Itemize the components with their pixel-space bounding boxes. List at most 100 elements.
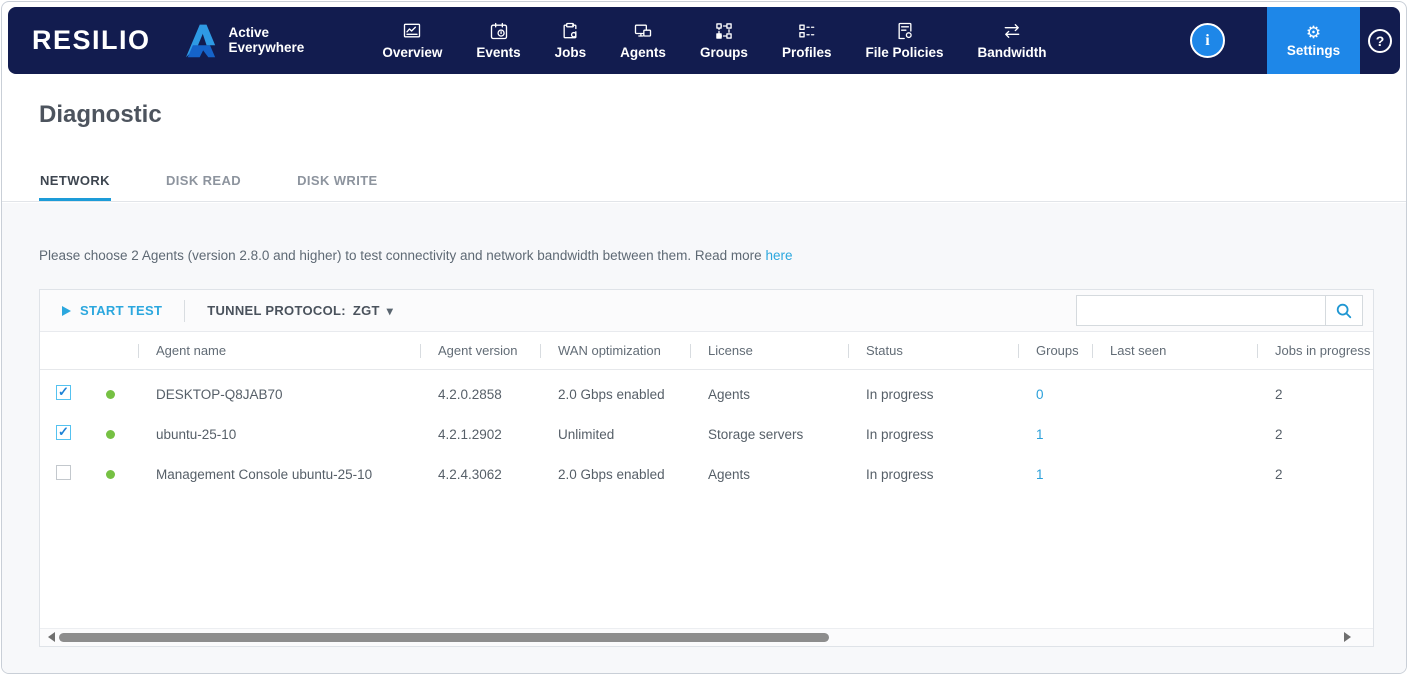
groups-count-link[interactable]: 1 — [1036, 427, 1044, 442]
nav-item-jobs[interactable]: Jobs — [555, 21, 587, 60]
search-input[interactable] — [1077, 296, 1325, 325]
wan-optimization-cell: Unlimited — [540, 427, 690, 442]
settings-label: Settings — [1287, 43, 1340, 58]
start-test-button[interactable]: START TEST — [62, 303, 162, 318]
row-status-cell — [92, 467, 138, 482]
col-header-status[interactable]: Status — [848, 343, 1018, 358]
horizontal-scrollbar — [40, 628, 1373, 646]
col-header-last-seen[interactable]: Last seen — [1092, 343, 1257, 358]
wan-optimization-cell: 2.0 Gbps enabled — [540, 467, 690, 482]
tab-bar: NETWORK DISK READ DISK WRITE — [2, 162, 1406, 202]
license-cell: Storage servers — [690, 427, 848, 442]
status-cell: In progress — [848, 467, 1018, 482]
search-icon — [1335, 302, 1353, 320]
nav-label: Agents — [620, 45, 666, 60]
table-row[interactable]: Management Console ubuntu-25-10 4.2.4.30… — [40, 454, 1373, 494]
row-select-cell — [40, 465, 92, 483]
brand: RESILIO Active Everywhere — [32, 23, 304, 59]
profiles-icon — [797, 21, 817, 41]
col-header-groups[interactable]: Groups — [1018, 343, 1092, 358]
search-box — [1076, 295, 1363, 326]
events-icon — [489, 21, 509, 41]
col-header-wan-optimization[interactable]: WAN optimization — [540, 343, 690, 358]
instruction-text: Please choose 2 Agents (version 2.8.0 an… — [39, 248, 792, 263]
agent-version-cell: 4.2.0.2858 — [420, 387, 540, 402]
nav-label: File Policies — [865, 45, 943, 60]
top-navbar: RESILIO Active Everywhere Overview — [8, 7, 1400, 74]
col-header-agent-version[interactable]: Agent version — [420, 343, 540, 358]
read-more-link[interactable]: here — [765, 248, 792, 263]
tab-disk-write[interactable]: DISK WRITE — [296, 162, 379, 201]
groups-count-link[interactable]: 1 — [1036, 467, 1044, 482]
row-checkbox[interactable] — [56, 425, 71, 440]
product-line2: Everywhere — [229, 41, 305, 56]
nav-item-file-policies[interactable]: File Policies — [865, 21, 943, 60]
jobs-icon — [560, 21, 580, 41]
agent-version-cell: 4.2.4.3062 — [420, 467, 540, 482]
agent-name-cell: DESKTOP-Q8JAB70 — [138, 387, 420, 402]
tab-content: Please choose 2 Agents (version 2.8.0 an… — [2, 203, 1406, 673]
diagnostic-panel: START TEST TUNNEL PROTOCOL: ZGT ▾ — [39, 289, 1374, 647]
main-nav: Overview Events Jobs Agents — [382, 21, 1046, 60]
nav-item-settings[interactable]: ⚙ Settings — [1267, 7, 1360, 74]
groups-count-link[interactable]: 0 — [1036, 387, 1044, 402]
nav-item-events[interactable]: Events — [476, 21, 520, 60]
toolbar-divider — [184, 300, 185, 322]
agent-name-cell: ubuntu-25-10 — [138, 427, 420, 442]
agent-version-cell: 4.2.1.2902 — [420, 427, 540, 442]
nav-label: Bandwidth — [978, 45, 1047, 60]
agent-name-cell: Management Console ubuntu-25-10 — [138, 467, 420, 482]
file-policies-icon — [895, 21, 915, 41]
row-select-cell — [40, 425, 92, 443]
license-cell: Agents — [690, 467, 848, 482]
col-header-jobs-in-progress[interactable]: Jobs in progress — [1257, 343, 1373, 358]
table-row[interactable]: ubuntu-25-10 4.2.1.2902 Unlimited Storag… — [40, 414, 1373, 454]
table-toolbar: START TEST TUNNEL PROTOCOL: ZGT ▾ — [40, 290, 1373, 332]
settings-gear-icon: ⚙ — [1306, 24, 1321, 41]
online-status-dot — [106, 470, 115, 479]
tab-disk-read[interactable]: DISK READ — [165, 162, 242, 201]
tunnel-protocol-label: TUNNEL PROTOCOL: — [207, 303, 346, 318]
info-glyph: i — [1205, 32, 1209, 50]
groups-cell: 1 — [1018, 467, 1092, 482]
nav-item-groups[interactable]: Groups — [700, 21, 748, 60]
col-header-agent-name[interactable]: Agent name — [138, 343, 420, 358]
bandwidth-icon — [1002, 21, 1022, 41]
search-button[interactable] — [1325, 296, 1362, 325]
scroll-left-arrow-icon[interactable] — [48, 632, 55, 642]
nav-label: Profiles — [782, 45, 832, 60]
tab-network[interactable]: NETWORK — [39, 162, 111, 201]
help-glyph: ? — [1376, 33, 1385, 49]
product-name: Active Everywhere — [229, 26, 305, 56]
nav-item-overview[interactable]: Overview — [382, 21, 442, 60]
wan-optimization-cell: 2.0 Gbps enabled — [540, 387, 690, 402]
start-test-label: START TEST — [80, 303, 162, 318]
scroll-right-arrow-icon[interactable] — [1344, 632, 1351, 642]
status-cell: In progress — [848, 427, 1018, 442]
play-icon — [62, 306, 71, 316]
resilio-logo: RESILIO — [32, 25, 151, 56]
groups-cell: 1 — [1018, 427, 1092, 442]
row-status-cell — [92, 387, 138, 402]
app-window: RESILIO Active Everywhere Overview — [1, 1, 1407, 674]
license-cell: Agents — [690, 387, 848, 402]
col-header-license[interactable]: License — [690, 343, 848, 358]
instruction-body: Please choose 2 Agents (version 2.8.0 an… — [39, 248, 762, 263]
nav-item-agents[interactable]: Agents — [620, 21, 666, 60]
info-icon[interactable]: i — [1190, 23, 1225, 58]
jobs-in-progress-cell: 2 — [1257, 387, 1373, 402]
nav-label: Jobs — [555, 45, 587, 60]
nav-item-profiles[interactable]: Profiles — [782, 21, 832, 60]
active-everywhere-logo-icon — [177, 23, 219, 59]
row-checkbox[interactable] — [56, 385, 71, 400]
row-checkbox[interactable] — [56, 465, 71, 480]
table-row[interactable]: DESKTOP-Q8JAB70 4.2.0.2858 2.0 Gbps enab… — [40, 374, 1373, 414]
nav-item-bandwidth[interactable]: Bandwidth — [978, 21, 1047, 60]
table-body: DESKTOP-Q8JAB70 4.2.0.2858 2.0 Gbps enab… — [40, 370, 1373, 628]
scrollbar-thumb[interactable] — [59, 633, 829, 642]
page-title: Diagnostic — [39, 101, 162, 129]
row-select-cell — [40, 385, 92, 403]
help-icon[interactable]: ? — [1368, 29, 1392, 53]
status-cell: In progress — [848, 387, 1018, 402]
tunnel-protocol-dropdown[interactable]: TUNNEL PROTOCOL: ZGT ▾ — [207, 303, 393, 318]
